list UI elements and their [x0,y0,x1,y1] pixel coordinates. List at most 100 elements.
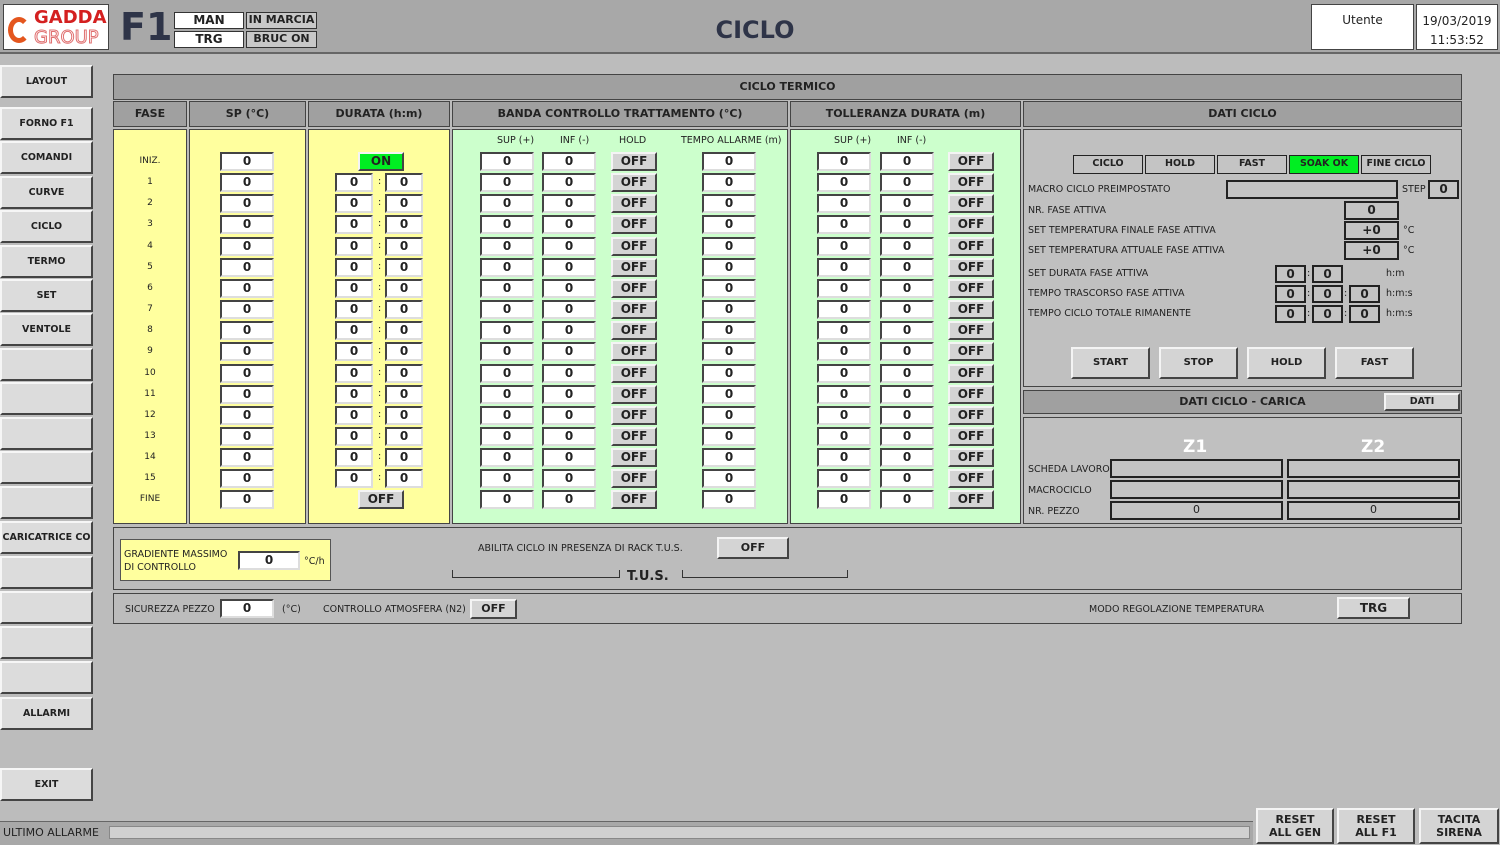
toll-inf-input[interactable]: 0 [880,469,934,488]
durata-minutes-input[interactable]: 0 [385,279,423,298]
tempo-allarme-input[interactable]: 0 [702,427,756,446]
sidebar-item-empty[interactable] [0,626,93,659]
durata-hours-input[interactable]: 0 [335,258,373,277]
tempo-allarme-input[interactable]: 0 [702,237,756,256]
banda-inf-input[interactable]: 0 [542,490,596,509]
banda-sup-input[interactable]: 0 [480,152,534,171]
tempo-allarme-input[interactable]: 0 [702,321,756,340]
abilita-toggle[interactable]: OFF [717,537,789,559]
sidebar-item-comandi[interactable]: COMANDI [0,141,93,174]
durata-hours-input[interactable]: 0 [335,215,373,234]
hold-toggle[interactable]: OFF [611,152,657,171]
durata-minutes-input[interactable]: 0 [385,258,423,277]
tempo-allarme-input[interactable]: 0 [702,279,756,298]
toll-inf-input[interactable]: 0 [880,406,934,425]
sidebar-item-allarmi[interactable]: ALLARMI [0,697,93,730]
toll-sup-input[interactable]: 0 [817,448,871,467]
toll-toggle[interactable]: OFF [948,427,994,446]
tempo-allarme-input[interactable]: 0 [702,258,756,277]
gradiente-input[interactable]: 0 [238,551,300,570]
sp-input[interactable]: 0 [220,152,274,171]
sp-input[interactable]: 0 [220,342,274,361]
sidebar-item-empty[interactable] [0,348,93,381]
toll-inf-input[interactable]: 0 [880,152,934,171]
tempo-allarme-input[interactable]: 0 [702,406,756,425]
banda-inf-input[interactable]: 0 [542,385,596,404]
toll-toggle[interactable]: OFF [948,321,994,340]
banda-sup-input[interactable]: 0 [480,448,534,467]
toll-sup-input[interactable]: 0 [817,342,871,361]
durata-minutes-input[interactable]: 0 [385,342,423,361]
hold-toggle[interactable]: OFF [611,448,657,467]
sp-input[interactable]: 0 [220,194,274,213]
durata-hours-input[interactable]: 0 [335,448,373,467]
atmo-toggle[interactable]: OFF [470,599,517,619]
toll-sup-input[interactable]: 0 [817,152,871,171]
durata-hours-input[interactable]: 0 [335,237,373,256]
sp-input[interactable]: 0 [220,364,274,383]
hold-button[interactable]: HOLD [1247,347,1326,379]
sp-input[interactable]: 0 [220,300,274,319]
sidebar-item-empty[interactable] [0,417,93,450]
banda-inf-input[interactable]: 0 [542,237,596,256]
toll-toggle[interactable]: OFF [948,406,994,425]
banda-sup-input[interactable]: 0 [480,427,534,446]
hold-toggle[interactable]: OFF [611,385,657,404]
toll-toggle[interactable]: OFF [948,258,994,277]
toll-toggle[interactable]: OFF [948,364,994,383]
toll-sup-input[interactable]: 0 [817,364,871,383]
durata-minutes-input[interactable]: 0 [385,469,423,488]
banda-sup-input[interactable]: 0 [480,194,534,213]
hold-toggle[interactable]: OFF [611,194,657,213]
modo-toggle[interactable]: TRG [1337,597,1410,619]
toll-toggle[interactable]: OFF [948,279,994,298]
sp-input[interactable]: 0 [220,279,274,298]
hold-toggle[interactable]: OFF [611,321,657,340]
durata-toggle[interactable]: ON [358,152,404,171]
durata-hours-input[interactable]: 0 [335,406,373,425]
banda-inf-input[interactable]: 0 [542,300,596,319]
sp-input[interactable]: 0 [220,215,274,234]
toll-inf-input[interactable]: 0 [880,364,934,383]
toll-sup-input[interactable]: 0 [817,194,871,213]
hold-toggle[interactable]: OFF [611,342,657,361]
toll-inf-input[interactable]: 0 [880,427,934,446]
banda-sup-input[interactable]: 0 [480,300,534,319]
sidebar-item-curve[interactable]: CURVE [0,176,93,209]
hold-toggle[interactable]: OFF [611,279,657,298]
banda-inf-input[interactable]: 0 [542,364,596,383]
tempo-allarme-input[interactable]: 0 [702,469,756,488]
banda-sup-input[interactable]: 0 [480,258,534,277]
banda-sup-input[interactable]: 0 [480,321,534,340]
durata-minutes-input[interactable]: 0 [385,385,423,404]
sidebar-item-caricatrice-co[interactable]: CARICATRICE CO [0,521,93,554]
durata-minutes-input[interactable]: 0 [385,321,423,340]
banda-sup-input[interactable]: 0 [480,364,534,383]
banda-sup-input[interactable]: 0 [480,279,534,298]
sp-input[interactable]: 0 [220,173,274,192]
tempo-allarme-input[interactable]: 0 [702,385,756,404]
banda-inf-input[interactable]: 0 [542,194,596,213]
banda-sup-input[interactable]: 0 [480,237,534,256]
toll-sup-input[interactable]: 0 [817,406,871,425]
toll-sup-input[interactable]: 0 [817,300,871,319]
toll-toggle[interactable]: OFF [948,194,994,213]
toll-sup-input[interactable]: 0 [817,173,871,192]
toll-inf-input[interactable]: 0 [880,258,934,277]
toll-inf-input[interactable]: 0 [880,300,934,319]
banda-sup-input[interactable]: 0 [480,215,534,234]
toll-toggle[interactable]: OFF [948,173,994,192]
durata-toggle[interactable]: OFF [358,490,404,509]
tacita-sirena-button[interactable]: TACITA SIRENA [1419,808,1499,844]
toll-inf-input[interactable]: 0 [880,321,934,340]
toll-toggle[interactable]: OFF [948,300,994,319]
toll-inf-input[interactable]: 0 [880,490,934,509]
toll-sup-input[interactable]: 0 [817,279,871,298]
toll-sup-input[interactable]: 0 [817,321,871,340]
hold-toggle[interactable]: OFF [611,237,657,256]
toll-sup-input[interactable]: 0 [817,427,871,446]
sp-input[interactable]: 0 [220,385,274,404]
sp-input[interactable]: 0 [220,321,274,340]
hold-toggle[interactable]: OFF [611,427,657,446]
sp-input[interactable]: 0 [220,258,274,277]
